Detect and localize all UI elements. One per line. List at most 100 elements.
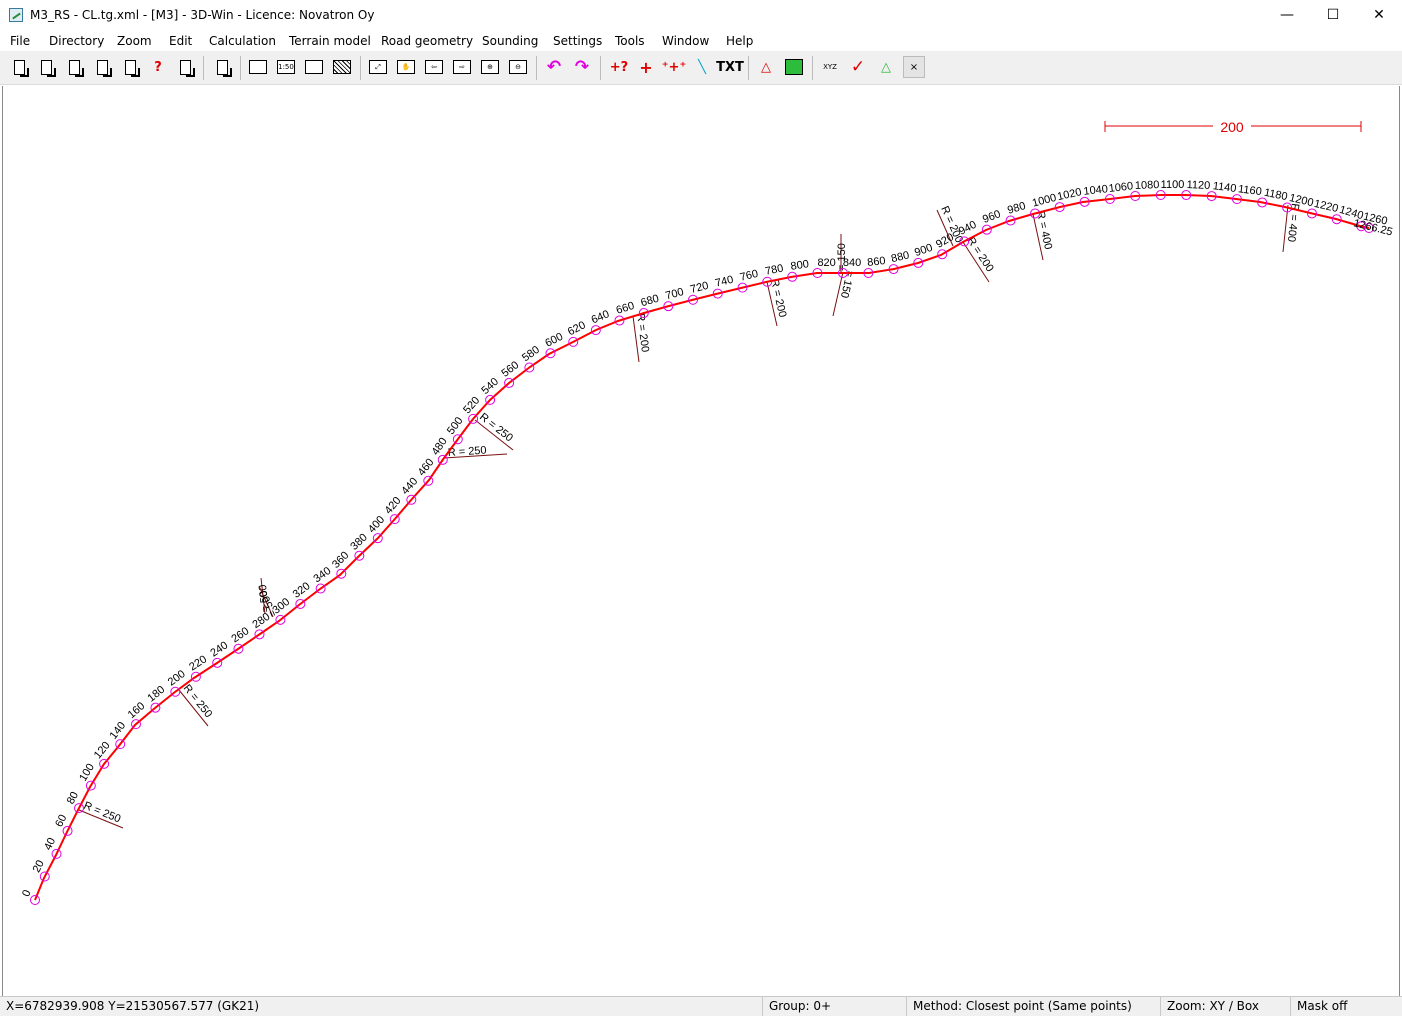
minimize-button[interactable]: —: [1264, 0, 1310, 31]
radius-label: R = 400: [1034, 210, 1054, 251]
station-label: 1080: [1135, 179, 1160, 192]
export-icon[interactable]: [91, 56, 113, 78]
import-icon[interactable]: [119, 56, 141, 78]
maximize-button[interactable]: ☐: [1310, 0, 1356, 31]
station-label: 840: [843, 257, 861, 269]
menu-edit[interactable]: Edit: [169, 34, 192, 48]
radius-label: R = 250: [181, 682, 215, 720]
status-mask: Mask off: [1290, 997, 1402, 1016]
menu-help[interactable]: Help: [726, 34, 753, 48]
triangle-icon[interactable]: △: [755, 56, 777, 78]
redo-icon[interactable]: ↷: [571, 56, 593, 78]
status-zoom: Zoom: XY / Box: [1160, 997, 1290, 1016]
window-title: M3_RS - CL.tg.xml - [M3] - 3D-Win - Lice…: [30, 8, 375, 22]
station-label: 740: [714, 274, 735, 290]
station-label: 0: [20, 888, 33, 898]
station-markers: 0204060801001201401601802002202402602803…: [20, 179, 1394, 905]
menu-terrain-model[interactable]: Terrain model: [289, 34, 371, 48]
toolbar-separator: [812, 56, 813, 80]
status-coordinates: X=6782939.908 Y=21530567.577 (GK21): [6, 999, 260, 1013]
status-method: Method: Closest point (Same points): [906, 997, 1160, 1016]
line-icon[interactable]: ╲: [691, 56, 713, 78]
toolbar-separator: [203, 56, 204, 80]
station-label: 1060: [1108, 180, 1134, 195]
numbering-icon[interactable]: △: [875, 56, 897, 78]
station-label: 1020: [1056, 186, 1083, 203]
station-label: 680: [639, 293, 660, 310]
menu-road-geometry[interactable]: Road geometry: [381, 34, 473, 48]
status-bar: X=6782939.908 Y=21530567.577 (GK21) Grou…: [0, 996, 1402, 1016]
labels-icon[interactable]: ×: [903, 56, 925, 78]
station-label: 1040: [1083, 183, 1109, 198]
text-icon[interactable]: TXT: [716, 56, 744, 78]
station-label: 900: [913, 242, 934, 259]
station-label: 1160: [1237, 183, 1262, 198]
zoom-pan-icon[interactable]: ✋: [395, 56, 417, 78]
status-group: Group: 0+: [762, 997, 906, 1016]
toolbar-separator: [600, 56, 601, 80]
toolbar-separator: [240, 56, 241, 80]
query-icon[interactable]: ?: [147, 56, 169, 78]
station-label: 960: [981, 208, 1002, 226]
drawing-canvas[interactable]: 200 R = 250 R = 250 = 500 = 500 R = 250 R = 2…: [2, 86, 1400, 996]
toolbar: ? 1:50 ⤢ ✋ ⇦ ⇨ ⊕ ⊖ ↶ ↷ +? + ⁺+⁺ ╲ TXT △ …: [0, 51, 1402, 85]
radius-label: R = 250: [82, 800, 122, 826]
station-label: 860: [867, 255, 887, 269]
zoom-left-icon[interactable]: ⇦: [423, 56, 445, 78]
radius-label: R = 250: [477, 411, 515, 444]
zoom-right-icon[interactable]: ⇨: [451, 56, 473, 78]
station-label: 660: [615, 300, 636, 317]
station-label: 820: [817, 257, 835, 269]
menu-directory[interactable]: Directory: [49, 34, 104, 48]
station-label: 780: [764, 262, 784, 277]
station-label: 1140: [1212, 180, 1237, 195]
toolbar-separator: [748, 56, 749, 80]
undo-icon[interactable]: ↶: [543, 56, 565, 78]
close-button[interactable]: ✕: [1356, 0, 1402, 31]
clipboard-icon[interactable]: [211, 56, 233, 78]
toolbar-separator: [360, 56, 361, 80]
station-label: 1000: [1031, 192, 1058, 210]
station-label: 1120: [1186, 179, 1210, 192]
coordinate-icon[interactable]: XYZ: [819, 56, 841, 78]
multi-point-icon[interactable]: ⁺+⁺: [662, 56, 687, 78]
menu-settings[interactable]: Settings: [553, 34, 602, 48]
menu-bar: File Directory Zoom Edit Calculation Ter…: [0, 31, 1402, 51]
menu-tools[interactable]: Tools: [615, 34, 645, 48]
station-label: 1100: [1161, 179, 1185, 191]
zoom-in-icon[interactable]: ⊕: [479, 56, 501, 78]
menu-zoom[interactable]: Zoom: [117, 34, 152, 48]
copy-files-icon[interactable]: [63, 56, 85, 78]
station-label: 880: [890, 249, 911, 265]
menu-sounding[interactable]: Sounding: [482, 34, 538, 48]
menu-file[interactable]: File: [10, 34, 30, 48]
check-icon[interactable]: ✓: [847, 56, 869, 78]
scale-print-icon[interactable]: 1:50: [275, 56, 297, 78]
add-point-icon[interactable]: +: [635, 56, 657, 78]
point-query-icon[interactable]: +?: [608, 56, 630, 78]
menu-window[interactable]: Window: [662, 34, 709, 48]
zoom-all-icon[interactable]: ⤢: [367, 56, 389, 78]
print-hatch-icon[interactable]: [331, 56, 353, 78]
road-alignment[interactable]: [34, 194, 1370, 901]
title-bar: M3_RS - CL.tg.xml - [M3] - 3D-Win - Lice…: [0, 0, 1402, 31]
station-label: 700: [664, 286, 685, 302]
zoom-out-icon[interactable]: ⊖: [507, 56, 529, 78]
station-label: 980: [1006, 200, 1027, 217]
toolbar-separator: [536, 56, 537, 80]
app-icon[interactable]: [9, 8, 23, 22]
send-icon[interactable]: [174, 56, 196, 78]
save-file-icon[interactable]: [35, 56, 57, 78]
scale-bar: 200: [1104, 116, 1362, 136]
print-frame-icon[interactable]: [303, 56, 325, 78]
print-icon[interactable]: [247, 56, 269, 78]
area-icon[interactable]: [783, 56, 805, 78]
station-label: 760: [739, 268, 760, 284]
open-file-icon[interactable]: [8, 56, 30, 78]
station-label: 640: [590, 308, 612, 326]
station-label: 720: [689, 280, 710, 296]
map-drawing: 200 R = 250R = 250= 500= 500R = 250R = 2…: [20, 116, 1394, 905]
menu-calculation[interactable]: Calculation: [209, 34, 276, 48]
scale-bar-label: 200: [1220, 119, 1244, 135]
station-label: 800: [790, 258, 810, 273]
